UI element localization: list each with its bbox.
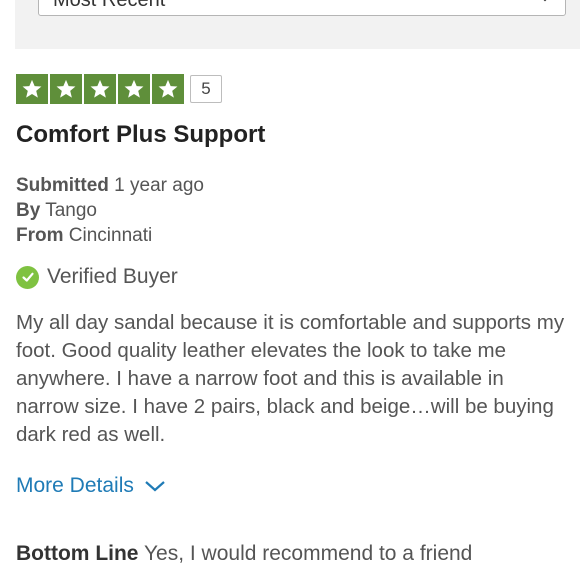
location-row: From Cincinnati — [16, 225, 152, 247]
chevron-down-icon — [543, 0, 547, 2]
more-details-button[interactable]: More Details — [16, 474, 166, 498]
star-icon — [118, 74, 150, 104]
submitted-value: 1 year ago — [114, 175, 204, 196]
author-row: By Tango — [16, 200, 97, 222]
bottom-line-label: Bottom Line — [16, 542, 139, 565]
bottom-line-value: Yes, I would recommend to a friend — [143, 542, 473, 565]
submitted-row: Submitted 1 year ago — [16, 175, 204, 197]
star-icon — [16, 74, 48, 104]
chevron-down-icon — [145, 481, 165, 492]
author-label: By — [16, 200, 41, 221]
checkmark-circle-icon — [16, 265, 39, 289]
rating-value: 5 — [190, 75, 222, 103]
star-icon — [50, 74, 82, 104]
star-icon — [84, 74, 116, 104]
review-body: My all day sandal because it is comforta… — [16, 311, 565, 446]
verified-label: Verified Buyer — [47, 265, 178, 288]
sort-panel: Most Recent — [15, 0, 580, 49]
star-icon — [152, 74, 184, 104]
sort-select-value: Most Recent — [53, 0, 166, 11]
location-label: From — [16, 225, 64, 246]
sort-select[interactable]: Most Recent — [38, 0, 566, 16]
verified-badge: Verified Buyer — [16, 265, 178, 289]
location-value: Cincinnati — [68, 225, 153, 246]
star-rating — [16, 74, 184, 104]
submitted-label: Submitted — [16, 175, 109, 196]
more-details-label: More Details — [16, 474, 134, 497]
bottom-line: Bottom Line Yes, I would recommend to a … — [16, 542, 472, 566]
author-value: Tango — [45, 200, 98, 221]
review-title: Comfort Plus Support — [16, 121, 266, 148]
